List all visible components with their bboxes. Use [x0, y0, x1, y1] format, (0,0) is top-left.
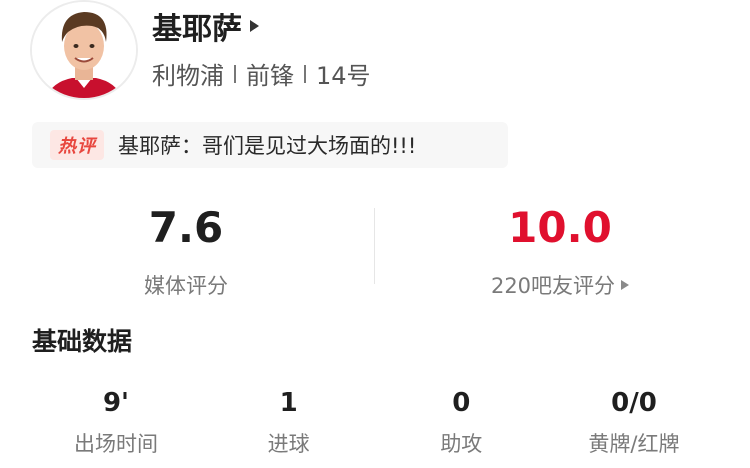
- stat-label: 出场时间: [74, 432, 158, 456]
- stat-goals: 1 进球: [203, 386, 375, 458]
- stat-value: 9': [102, 388, 130, 418]
- player-position: 前锋: [246, 62, 294, 90]
- rating-divider: [374, 208, 375, 284]
- player-team: 利物浦: [152, 62, 224, 90]
- fans-rating-label: 220吧友评分: [490, 274, 616, 298]
- hot-comment[interactable]: 热评 基耶萨：哥们是见过大场面的!!!: [32, 122, 508, 168]
- stat-value: 0: [452, 388, 471, 418]
- caret-right-icon: [621, 280, 630, 290]
- stat-minutes: 9' 出场时间: [30, 386, 202, 458]
- hot-comment-text: 基耶萨：哥们是见过大场面的!!!: [118, 134, 417, 158]
- meta-divider: [234, 64, 236, 83]
- media-rating-label: 媒体评分: [36, 270, 336, 300]
- meta-divider: [304, 64, 306, 83]
- stat-cards: 0/0 黄牌/红牌: [548, 386, 720, 458]
- stat-label: 助攻: [440, 432, 483, 456]
- stat-label: 进球: [267, 432, 310, 456]
- player-avatar[interactable]: [30, 0, 138, 100]
- stat-value: 1: [279, 388, 298, 418]
- basic-stats-row: 9' 出场时间 1 进球 0 助攻 0/0 黄牌/红牌: [30, 386, 720, 458]
- media-rating: 7.6 媒体评分: [36, 202, 336, 300]
- media-rating-value: 7.6: [148, 203, 224, 252]
- caret-right-icon: [250, 20, 259, 32]
- player-meta: 利物浦 前锋 14号: [152, 56, 371, 91]
- player-number: 14号: [316, 62, 371, 90]
- hot-comment-badge: 热评: [50, 130, 104, 160]
- section-title: 基础数据: [32, 327, 133, 356]
- fans-rating-link[interactable]: 220吧友评分: [410, 270, 710, 300]
- player-name-link[interactable]: 基耶萨: [152, 4, 259, 48]
- stat-assists: 0 助攻: [375, 386, 547, 458]
- fans-rating-value: 10.0: [508, 203, 612, 252]
- player-photo: [32, 2, 136, 98]
- player-name: 基耶萨: [152, 12, 242, 47]
- media-rating-label-text: 媒体评分: [144, 274, 228, 298]
- stat-label: 黄牌/红牌: [588, 432, 680, 456]
- fans-rating[interactable]: 10.0 220吧友评分: [410, 202, 710, 300]
- stat-value: 0/0: [611, 388, 657, 418]
